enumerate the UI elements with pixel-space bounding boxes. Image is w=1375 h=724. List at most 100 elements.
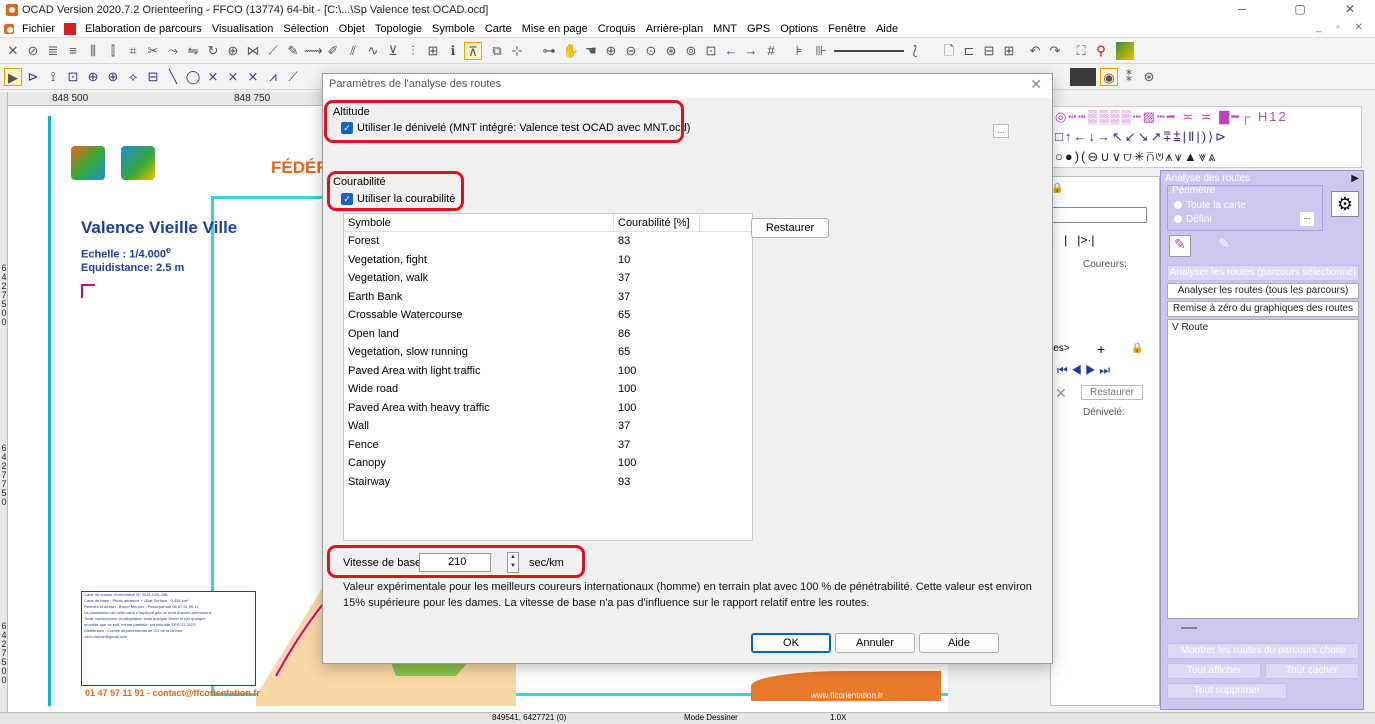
erase-route-icon[interactable]: ✎ bbox=[1213, 235, 1235, 257]
menu-aide[interactable]: Aide bbox=[871, 23, 903, 35]
row-value[interactable]: 86 bbox=[614, 325, 700, 344]
point-tool-icon[interactable]: ⊡ bbox=[64, 68, 82, 86]
zoom-in-icon[interactable]: ⊕ bbox=[602, 42, 620, 60]
table-row[interactable]: Canopy 100 bbox=[344, 454, 752, 473]
nav-buttons-icon[interactable]: ⏮ ◀ ▶ ⏭ bbox=[1057, 363, 1110, 378]
row-value[interactable]: 65 bbox=[614, 306, 700, 325]
undo-icon[interactable]: ↶ bbox=[1026, 42, 1044, 60]
route-list[interactable]: V Route bbox=[1167, 319, 1359, 619]
table-row[interactable]: Stairway 93 bbox=[344, 473, 752, 492]
grid-toggle-icon[interactable]: # bbox=[762, 42, 780, 60]
open-file-icon[interactable]: ⊏ bbox=[960, 42, 978, 60]
select-area-icon[interactable]: ⊳ bbox=[24, 68, 42, 86]
altitude-browse-button[interactable]: ... bbox=[993, 124, 1009, 138]
table-row[interactable]: Forest 83 bbox=[344, 232, 752, 251]
fullscreen-icon[interactable]: ⛶ bbox=[1072, 42, 1090, 60]
row-value[interactable]: 100 bbox=[614, 380, 700, 399]
print-icon[interactable]: ⊞ bbox=[1000, 42, 1018, 60]
menu-elaboration[interactable]: Elaboration de parcours bbox=[80, 23, 207, 35]
node-tool-icon[interactable]: ⋈ bbox=[244, 42, 262, 60]
curve-tool-icon[interactable]: ⟟ bbox=[44, 68, 62, 86]
table-row[interactable]: Wide road 100 bbox=[344, 380, 752, 399]
side-restaurer-button[interactable]: Restaurer bbox=[1081, 385, 1143, 400]
stretch-tool-icon[interactable]: ⟿ bbox=[304, 42, 323, 60]
remove-vertex-icon[interactable]: ⊟ bbox=[144, 68, 162, 86]
row-value[interactable]: 65 bbox=[614, 343, 700, 362]
info-tool-icon[interactable]: ℹ bbox=[444, 42, 462, 60]
zoom-all-icon[interactable]: ⊛ bbox=[662, 42, 680, 60]
cut-tool-icon[interactable]: ✂ bbox=[144, 42, 162, 60]
grid-tool-icon[interactable]: ⌗ bbox=[124, 42, 142, 60]
check-tool-icon[interactable]: ⊘ bbox=[24, 42, 42, 60]
course-control-buttons[interactable]: | | |>·| bbox=[1051, 233, 1147, 253]
join-tool-icon[interactable]: ⤳ bbox=[164, 42, 182, 60]
menu-topologie[interactable]: Topologie bbox=[370, 23, 427, 35]
table-tool-icon[interactable]: ⊞ bbox=[424, 42, 442, 60]
menu-mise-en-page[interactable]: Mise en page bbox=[517, 23, 593, 35]
select-tool-icon[interactable]: ▶ bbox=[4, 68, 22, 86]
remise-zero-button[interactable]: Remise à zéro du graphiques des routes bbox=[1167, 301, 1359, 317]
delete-icon[interactable]: ✕ bbox=[1055, 385, 1067, 402]
add-icon[interactable]: + bbox=[1097, 341, 1105, 357]
row-value[interactable]: 37 bbox=[614, 269, 700, 288]
row-value[interactable]: 100 bbox=[614, 362, 700, 381]
align-tool-icon[interactable]: ≣ bbox=[44, 42, 62, 60]
tout-afficher-button[interactable]: Tout afficher bbox=[1167, 663, 1261, 679]
corner-tool-icon[interactable]: ⟡ bbox=[124, 68, 142, 86]
cut-line-icon[interactable]: ⨯ bbox=[204, 68, 222, 86]
table-row[interactable]: Fence 37 bbox=[344, 436, 752, 455]
hand2-tool-icon[interactable]: ☚ bbox=[582, 42, 600, 60]
straight-line-icon[interactable]: ╲ bbox=[164, 68, 182, 86]
save-icon[interactable]: ⊟ bbox=[980, 42, 998, 60]
close-window-button[interactable]: ✕ bbox=[1330, 2, 1370, 18]
pin-tool-icon[interactable]: ⊹ bbox=[508, 42, 526, 60]
row-value[interactable]: 83 bbox=[614, 232, 700, 251]
reshape-tool-icon[interactable]: ⟋ bbox=[264, 42, 282, 60]
menu-objet[interactable]: Objet bbox=[334, 23, 370, 35]
zoom-select-icon[interactable]: ⊚ bbox=[682, 42, 700, 60]
zoom-window-icon[interactable]: ⊙ bbox=[642, 42, 660, 60]
minimize-button[interactable]: ─ bbox=[1222, 2, 1262, 18]
freehand-icon[interactable]: ⩘ bbox=[264, 68, 282, 86]
bars-tool-icon[interactable]: ⫼ bbox=[84, 42, 102, 60]
course-setting-icon[interactable] bbox=[64, 22, 77, 35]
row-value[interactable]: 93 bbox=[614, 473, 700, 492]
restaurer-button[interactable]: Restaurer bbox=[751, 218, 829, 238]
hand-tool-icon[interactable]: ✋ bbox=[562, 42, 580, 60]
perimetre-browse-button[interactable]: ... bbox=[1300, 212, 1314, 226]
analyser-tous-button[interactable]: Analyser les routes (tous les parcours) bbox=[1167, 283, 1359, 299]
mirror-tool-icon[interactable]: ⫽ bbox=[344, 42, 362, 60]
row-value[interactable]: 37 bbox=[614, 417, 700, 436]
table-row[interactable]: Wall 37 bbox=[344, 417, 752, 436]
table-row[interactable]: Paved Area with heavy traffic 100 bbox=[344, 399, 752, 418]
dash-tool-icon[interactable]: ⊻ bbox=[384, 42, 402, 60]
speed-spinner[interactable]: ▲ ▼ bbox=[507, 552, 519, 573]
draw-route-icon[interactable]: ✎ bbox=[1169, 235, 1191, 257]
menu-fichier[interactable]: Fichier bbox=[17, 23, 60, 35]
menu-mnt[interactable]: MNT bbox=[708, 23, 742, 35]
copy-tool-icon[interactable]: ⧉ bbox=[488, 42, 506, 60]
table-row[interactable]: Vegetation, walk 37 bbox=[344, 269, 752, 288]
annuler-button[interactable]: Annuler bbox=[835, 633, 915, 653]
align2-tool-icon[interactable]: ≡ bbox=[64, 42, 82, 60]
help-icon[interactable]: ⚲ bbox=[1092, 42, 1110, 60]
gear-icon[interactable]: ⚙ bbox=[1331, 191, 1359, 217]
ocad-small-icon[interactable] bbox=[4, 23, 14, 34]
restore-button[interactable]: ▢ bbox=[1280, 2, 1320, 18]
montrer-routes-button[interactable]: Montrer les routes du parcours choisi bbox=[1167, 643, 1359, 659]
les-dropdown[interactable]: les> bbox=[1051, 343, 1070, 354]
courabilite-table[interactable]: Symbole Courabilité [%] Forest 83 Vegetat… bbox=[343, 213, 753, 541]
brush-tool-icon[interactable]: ✐ bbox=[324, 42, 342, 60]
scale-icon[interactable]: ⊪ bbox=[812, 42, 830, 60]
radio-defini[interactable]: Défini bbox=[1174, 214, 1212, 225]
tout-supprimer-button[interactable]: Tout supprimer bbox=[1167, 683, 1287, 699]
table-row[interactable]: Vegetation, fight 10 bbox=[344, 251, 752, 270]
smooth-tool-icon[interactable]: ∿ bbox=[364, 42, 382, 60]
menu-carte[interactable]: Carte bbox=[480, 23, 517, 35]
table-row[interactable]: Earth Bank 37 bbox=[344, 288, 752, 307]
row-value[interactable]: 100 bbox=[614, 454, 700, 473]
symbol-row-1[interactable]: ◎┅┅▒▒▒▒┅▨┅━ ≍ ≍ ▇━┌ H12 bbox=[1055, 109, 1288, 125]
binoculars-icon[interactable]: ⊶ bbox=[540, 42, 558, 60]
gps-icon[interactable]: ⊛ bbox=[1140, 68, 1158, 86]
freehand2-icon[interactable]: ⟋ bbox=[284, 68, 302, 86]
